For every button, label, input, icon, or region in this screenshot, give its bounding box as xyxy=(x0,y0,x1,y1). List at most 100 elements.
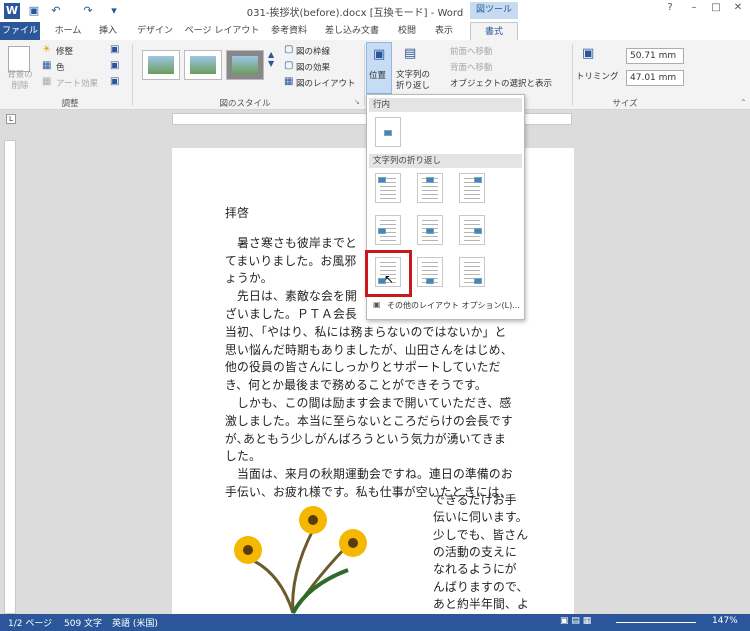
text-line xyxy=(380,220,396,221)
text-line xyxy=(380,198,396,199)
position-option[interactable] xyxy=(459,257,485,287)
position-option[interactable] xyxy=(459,173,485,203)
text-line xyxy=(464,190,480,191)
doc-line: き、何とか最後まで務めることができそうです。 xyxy=(225,378,487,393)
wrap-line: なれるようにが xyxy=(433,562,517,577)
remove-background-label[interactable]: 背景の削除 xyxy=(4,70,36,92)
send-backward-button[interactable]: 背面へ移動 xyxy=(450,61,493,73)
view-buttons-icon[interactable]: ▣ ▤ ▦ xyxy=(560,616,591,626)
width-field[interactable]: 47.01 mm xyxy=(626,70,684,86)
selection-pane-button[interactable]: オブジェクトの選択と表示 xyxy=(450,77,552,89)
position-inline-option[interactable] xyxy=(375,117,401,147)
text-line xyxy=(464,274,480,275)
change-picture-icon[interactable]: ▣ xyxy=(110,60,119,71)
styles-more-icon[interactable]: ▲ ▼ xyxy=(268,50,274,68)
picture-thumb-icon xyxy=(474,228,482,234)
text-line xyxy=(464,266,480,267)
position-option[interactable] xyxy=(417,257,443,287)
help-button[interactable]: ? xyxy=(660,2,680,18)
picture-thumb-icon xyxy=(384,130,392,136)
styles-group-label: 図のスタイル xyxy=(219,99,271,109)
group-separator xyxy=(364,44,365,106)
text-line xyxy=(464,240,480,241)
wrap-line: 伝いに伺います。 xyxy=(433,510,528,525)
remove-background-icon[interactable] xyxy=(8,46,30,72)
page-count[interactable]: 1/2 ページ xyxy=(8,616,52,629)
doc-line: 激しました。本当に至らないところだらけの会長です xyxy=(225,413,513,428)
text-line xyxy=(422,220,438,221)
text-line xyxy=(464,270,480,271)
ribbon-tabs: ファイル ホーム 挿入 デザイン ページ レイアウト 参考資料 差し込み文書 校… xyxy=(0,22,750,40)
text-line xyxy=(464,186,480,187)
flower-image[interactable] xyxy=(218,495,368,615)
close-button[interactable]: ✕ xyxy=(728,2,748,18)
dialog-launcher-icon[interactable]: ↘ xyxy=(354,98,360,106)
customize-qat-icon[interactable]: ▾ xyxy=(106,3,122,19)
position-option[interactable] xyxy=(375,215,401,245)
picture-effects-icon: ▢ xyxy=(284,60,294,71)
position-option[interactable] xyxy=(459,215,485,245)
doc-line: 当面は、来月の秋期運動会ですね。連日の準備のお xyxy=(225,467,513,482)
text-line xyxy=(422,236,438,237)
collapse-ribbon-icon[interactable]: ⌃ xyxy=(740,98,747,107)
wrap-header: 文字列の折り返し xyxy=(369,154,522,168)
position-option[interactable] xyxy=(375,173,401,203)
doc-line: 他の役員の皆さんにしっかりとサポートしていただ xyxy=(225,360,501,375)
position-option[interactable] xyxy=(417,173,443,203)
more-layout-options[interactable]: その他のレイアウト オプション(L)... xyxy=(387,300,520,311)
position-option[interactable] xyxy=(417,215,443,245)
wrap-line: できるだけお手 xyxy=(433,493,517,507)
style-thumb-3[interactable] xyxy=(226,50,264,80)
tab-design[interactable]: デザイン xyxy=(132,22,178,40)
tab-insert[interactable]: 挿入 xyxy=(92,22,124,40)
text-line xyxy=(422,186,438,187)
word-count[interactable]: 509 文字 xyxy=(64,616,102,629)
position-button[interactable]: ▣ 位置 xyxy=(366,42,392,94)
wrap-text-button[interactable]: 文字列の折り返し xyxy=(396,70,434,92)
undo-icon[interactable]: ↶ xyxy=(48,3,64,19)
color-button[interactable]: 色 xyxy=(56,61,65,73)
zoom-level[interactable]: 147% xyxy=(712,616,738,626)
tab-home[interactable]: ホーム xyxy=(48,22,88,40)
picture-layout-button[interactable]: 図のレイアウト xyxy=(296,77,356,89)
tab-selector-icon[interactable]: L xyxy=(6,114,16,124)
text-line xyxy=(380,194,396,195)
compress-icon[interactable]: ▣ xyxy=(110,44,119,55)
tab-view[interactable]: 表示 xyxy=(428,22,460,40)
tab-references[interactable]: 参考資料 xyxy=(266,22,312,40)
zoom-slider[interactable] xyxy=(616,622,696,623)
text-line xyxy=(464,224,480,225)
picture-border-button[interactable]: 図の枠線 xyxy=(296,45,330,57)
redo-icon[interactable]: ↷ xyxy=(80,3,96,19)
picture-effects-button[interactable]: 図の効果 xyxy=(296,61,330,73)
style-thumb-2[interactable] xyxy=(184,50,222,80)
text-line xyxy=(422,266,438,267)
position-label: 位置 xyxy=(369,71,387,81)
tab-mailings[interactable]: 差し込み文書 xyxy=(320,22,384,40)
mouse-cursor-icon: ↖ xyxy=(384,272,395,286)
reset-picture-icon[interactable]: ▣ xyxy=(110,76,119,87)
text-line xyxy=(464,198,480,199)
group-separator xyxy=(572,44,573,106)
vertical-ruler[interactable] xyxy=(4,140,16,614)
save-icon[interactable]: ▣ xyxy=(26,3,42,19)
tab-review[interactable]: 校閲 xyxy=(392,22,422,40)
crop-button[interactable]: トリミング xyxy=(576,70,619,82)
corrections-button[interactable]: 修整 xyxy=(56,45,73,57)
height-field[interactable]: 50.71 mm xyxy=(626,48,684,64)
text-line xyxy=(380,186,396,187)
text-line xyxy=(380,240,396,241)
tab-file[interactable]: ファイル xyxy=(0,22,40,40)
text-line xyxy=(380,190,396,191)
bring-forward-button[interactable]: 前面へ移動 xyxy=(450,45,493,57)
tab-page-layout[interactable]: ページ レイアウト xyxy=(184,22,260,40)
language-indicator[interactable]: 英語 (米国) xyxy=(112,616,158,629)
minimize-button[interactable]: – xyxy=(684,2,704,18)
tab-format[interactable]: 書式 xyxy=(470,22,518,40)
style-thumb-1[interactable] xyxy=(142,50,180,80)
artistic-effects-button[interactable]: アート効果 xyxy=(56,77,98,89)
maximize-button[interactable]: □ xyxy=(706,2,726,18)
text-line xyxy=(422,190,438,191)
text-line xyxy=(422,274,438,275)
text-line xyxy=(422,262,438,263)
